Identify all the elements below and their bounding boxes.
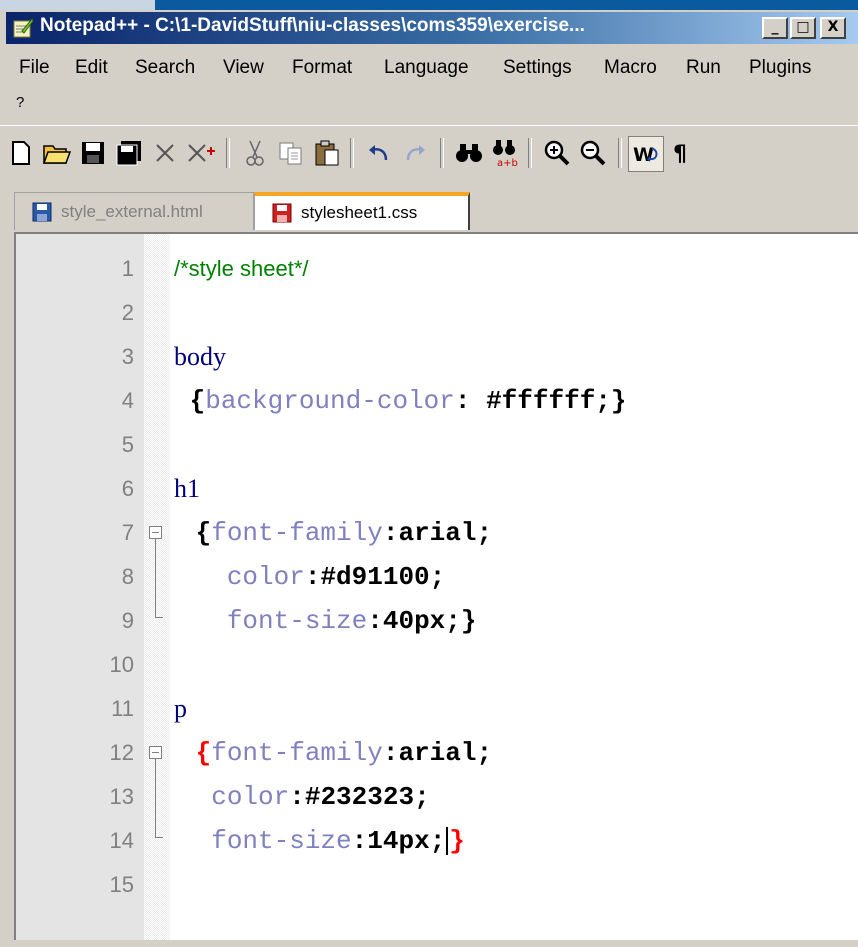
- minimize-button[interactable]: _: [762, 17, 788, 39]
- code-declaration: {font-family:arial;: [195, 738, 493, 768]
- toolbar-separator: [528, 138, 532, 168]
- line-number: 13: [109, 784, 134, 809]
- menu-plugins[interactable]: Plugins: [749, 57, 811, 79]
- line-number: 4: [121, 388, 134, 413]
- tab-label: style_external.html: [61, 201, 203, 221]
- save-icon[interactable]: [76, 136, 110, 170]
- desktop-background: [0, 0, 858, 10]
- code-selector: h1: [174, 474, 200, 503]
- zoom-out-icon[interactable]: [576, 136, 610, 170]
- show-all-chars-icon[interactable]: ¶: [664, 136, 698, 170]
- menu-search[interactable]: Search: [135, 57, 195, 79]
- tab-label: stylesheet1.css: [301, 203, 418, 222]
- code-line: 6 h1: [16, 468, 858, 512]
- fold-toggle[interactable]: [149, 526, 162, 539]
- menu-language[interactable]: Language: [384, 57, 469, 79]
- line-number: 15: [109, 872, 134, 897]
- line-number: 14: [109, 828, 134, 853]
- redo-icon[interactable]: [398, 136, 432, 170]
- code-line: 11 p: [16, 688, 858, 732]
- code-line: 5: [16, 424, 858, 468]
- code-line: 2: [16, 292, 858, 336]
- find-icon[interactable]: [452, 136, 486, 170]
- menu-macro[interactable]: Macro: [604, 57, 657, 79]
- code-line: 3 body: [16, 336, 858, 380]
- code-comment: /*style sheet*/: [174, 256, 309, 281]
- notepad-plus-plus-icon: [13, 18, 34, 38]
- menu-view[interactable]: View: [223, 57, 264, 79]
- code-selector: p: [174, 694, 187, 723]
- line-number: 2: [121, 300, 134, 325]
- code-line: 12 {font-family:arial;: [16, 732, 858, 776]
- save-all-icon[interactable]: [112, 136, 146, 170]
- code-line: 10: [16, 644, 858, 688]
- toolbar: a+b W ¶: [0, 125, 858, 182]
- code-line: 9 font-size:40px;}: [16, 600, 858, 644]
- toolbar-separator: [350, 138, 354, 168]
- code-declaration: {font-family:arial;: [180, 518, 493, 548]
- line-number: 9: [121, 608, 134, 633]
- svg-text:W: W: [633, 144, 654, 166]
- text-cursor: [446, 827, 449, 856]
- maximize-button[interactable]: □: [790, 17, 816, 39]
- word-wrap-icon[interactable]: W: [628, 136, 664, 172]
- copy-icon[interactable]: [274, 136, 308, 170]
- code-editor[interactable]: 1 /*style sheet*/ 2 3 body 4 {background…: [14, 232, 858, 940]
- code-line: 8 color:#d91100;: [16, 556, 858, 600]
- line-number: 12: [109, 740, 134, 765]
- line-number: 10: [109, 652, 134, 677]
- toolbar-separator: [226, 138, 230, 168]
- open-file-icon[interactable]: [40, 136, 74, 170]
- code-line: 4 {background-color: #ffffff;}: [16, 380, 858, 424]
- tab-stylesheet1-css[interactable]: stylesheet1.css: [254, 192, 470, 230]
- fold-toggle[interactable]: [149, 746, 162, 759]
- code-line: 15: [16, 864, 858, 908]
- cut-icon[interactable]: [238, 136, 272, 170]
- line-number: 1: [121, 256, 134, 281]
- line-number: 6: [121, 476, 134, 501]
- title-bar[interactable]: Notepad++ - C:\1-DavidStuff\niu-classes\…: [6, 12, 858, 44]
- toolbar-separator: [440, 138, 444, 168]
- menu-run[interactable]: Run: [686, 57, 721, 79]
- menu-edit[interactable]: Edit: [75, 57, 108, 79]
- code-line: 1 /*style sheet*/: [16, 248, 858, 292]
- line-number: 7: [121, 520, 134, 545]
- new-file-icon[interactable]: [4, 136, 38, 170]
- undo-icon[interactable]: [362, 136, 396, 170]
- close-button[interactable]: X: [820, 17, 846, 39]
- line-number: 8: [121, 564, 134, 589]
- tab-style-external-html[interactable]: style_external.html: [14, 192, 254, 230]
- line-number: 3: [121, 344, 134, 369]
- desktop-taskbar-fragment: [0, 0, 155, 10]
- toolbar-separator: [618, 138, 622, 168]
- menu-help[interactable]: ?: [16, 94, 24, 111]
- paste-icon[interactable]: [310, 136, 344, 170]
- menu-settings[interactable]: Settings: [503, 57, 572, 79]
- close-icon[interactable]: [148, 136, 182, 170]
- code-selector: body: [174, 342, 226, 371]
- menu-bar: File Edit Search View Format Language Se…: [6, 52, 858, 122]
- close-all-icon[interactable]: [184, 136, 218, 170]
- svg-text:a+b: a+b: [497, 158, 518, 168]
- menu-format[interactable]: Format: [292, 57, 352, 79]
- replace-icon[interactable]: a+b: [488, 136, 522, 170]
- code-declaration: font-size:14px;}: [211, 826, 465, 856]
- saved-file-icon: [32, 202, 52, 221]
- line-number: 11: [111, 696, 134, 721]
- code-line: 7 {font-family:arial;: [16, 512, 858, 556]
- tab-bar: style_external.html stylesheet1.css: [14, 190, 858, 232]
- line-number: 5: [121, 432, 134, 457]
- code-declaration: color:#d91100;: [226, 562, 446, 592]
- code-declaration: {background-color: #ffffff;}: [174, 386, 627, 416]
- window-title: Notepad++ - C:\1-DavidStuff\niu-classes\…: [40, 15, 585, 36]
- code-line: 13 color:#232323;: [16, 776, 858, 820]
- code-declaration: color:#232323;: [211, 782, 430, 812]
- code-declaration: font-size:40px;}: [226, 606, 477, 636]
- unsaved-file-icon: [272, 203, 292, 223]
- svg-text:¶: ¶: [673, 142, 687, 166]
- menu-file[interactable]: File: [19, 57, 50, 79]
- code-line: 14 font-size:14px;}: [16, 820, 858, 864]
- zoom-in-icon[interactable]: [540, 136, 574, 170]
